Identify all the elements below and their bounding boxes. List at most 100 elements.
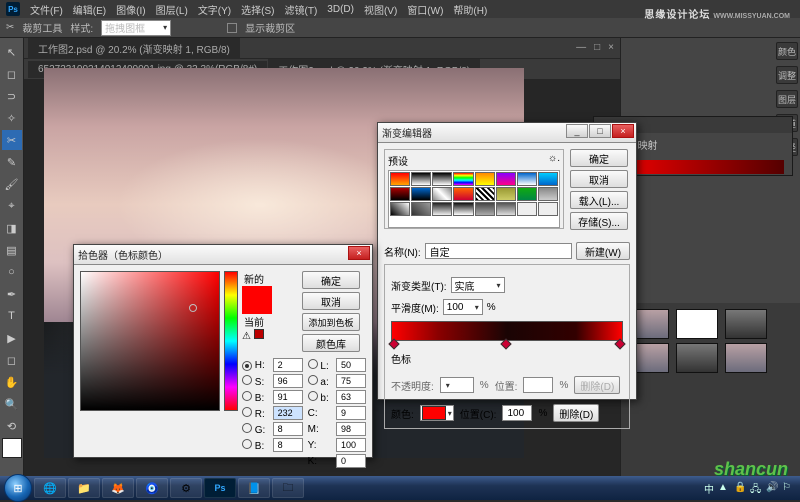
dialog-titlebar[interactable]: 渐变编辑器 _ □ × <box>378 123 636 143</box>
doc-tab[interactable]: 工作图2.psd @ 20.2% (渐变映射 1, RGB/8) <box>28 38 240 59</box>
eyedropper-tool-icon[interactable]: ✎ <box>2 152 22 172</box>
s-input[interactable]: 96 <box>273 374 303 388</box>
b2-radio[interactable] <box>308 391 318 401</box>
stamp-tool-icon[interactable]: ⌖ <box>2 196 22 216</box>
pen-tool-icon[interactable]: ✒ <box>2 284 22 304</box>
maximize-icon[interactable]: □ <box>589 124 611 138</box>
layer-thumb[interactable] <box>676 343 718 373</box>
r-input[interactable]: 232 <box>273 406 303 420</box>
hand-tool-icon[interactable]: ✋ <box>2 372 22 392</box>
b2-input[interactable]: 63 <box>336 390 366 404</box>
c-input[interactable]: 9 <box>336 406 366 420</box>
taskbar-pin[interactable]: 📁 <box>68 478 100 498</box>
save-button[interactable]: 存储(S)... <box>570 212 628 230</box>
close-icon[interactable]: × <box>348 246 370 260</box>
layer-thumb[interactable] <box>725 343 767 373</box>
h-input[interactable]: 2 <box>273 358 303 372</box>
menu-item[interactable]: 3D(D) <box>327 4 354 15</box>
color-field[interactable] <box>80 271 220 411</box>
menu-item[interactable]: 帮助(H) <box>453 2 487 17</box>
minimize-icon[interactable]: — <box>576 42 586 53</box>
b-radio[interactable] <box>242 391 252 401</box>
marquee-tool-icon[interactable]: ◻ <box>2 64 22 84</box>
close-icon[interactable]: × <box>612 124 634 138</box>
color-panel-icon[interactable]: 颜色 <box>776 42 798 60</box>
color-stop[interactable] <box>501 338 512 349</box>
a-radio[interactable] <box>308 375 318 385</box>
taskbar-pin[interactable]: 🦊 <box>102 478 134 498</box>
menu-item[interactable]: 滤镜(T) <box>285 2 318 17</box>
gamut-warning-icon[interactable]: ⚠ <box>242 331 251 342</box>
presets-menu-icon[interactable]: ☼. <box>548 153 560 168</box>
tray-icon[interactable]: 🖧 <box>750 482 762 494</box>
brush-tool-icon[interactable]: 🖌 <box>2 174 22 194</box>
tray-icon[interactable]: 🔊 <box>766 482 778 494</box>
menu-item[interactable]: 图层(L) <box>156 2 188 17</box>
taskbar-pin[interactable]: ⚙ <box>170 478 202 498</box>
menu-item[interactable]: 窗口(W) <box>407 2 443 17</box>
preset-grid[interactable] <box>388 170 560 228</box>
hue-slider[interactable] <box>224 271 238 411</box>
swap-colors-icon[interactable]: ⟲ <box>2 416 22 436</box>
foreground-swatch[interactable] <box>2 438 22 458</box>
ok-button[interactable]: 确定 <box>570 149 628 167</box>
g-radio[interactable] <box>242 423 252 433</box>
color-stop[interactable] <box>388 338 399 349</box>
ok-button[interactable]: 确定 <box>302 271 360 289</box>
g-input[interactable]: 8 <box>273 422 303 436</box>
load-button[interactable]: 载入(L)... <box>570 191 628 209</box>
crop-tool-icon[interactable]: ✂ <box>2 130 22 150</box>
y-input[interactable]: 100 <box>336 438 366 452</box>
new-button[interactable]: 新建(W) <box>576 242 630 260</box>
options-preset-dropdown[interactable]: 拖拽图框 <box>101 20 171 36</box>
maximize-icon[interactable]: □ <box>594 42 600 53</box>
menu-item[interactable]: 文字(Y) <box>198 2 231 17</box>
menu-item[interactable]: 视图(V) <box>364 2 397 17</box>
add-swatch-button[interactable]: 添加到色板 <box>302 313 360 331</box>
layer-thumb[interactable] <box>725 309 767 339</box>
layer-thumb[interactable] <box>676 309 718 339</box>
shape-tool-icon[interactable]: ◻ <box>2 350 22 370</box>
adjust-panel-icon[interactable]: 调整 <box>776 66 798 84</box>
tray-icon[interactable]: 🔒 <box>734 482 746 494</box>
l-radio[interactable] <box>308 359 318 369</box>
cancel-button[interactable]: 取消 <box>302 292 360 310</box>
start-button[interactable]: ⊞ <box>4 474 32 502</box>
dialog-titlebar[interactable]: 拾色器（色标颜色） × <box>74 245 372 265</box>
a-input[interactable]: 75 <box>336 374 366 388</box>
cancel-button[interactable]: 取消 <box>570 170 628 188</box>
m-input[interactable]: 98 <box>336 422 366 436</box>
path-tool-icon[interactable]: ▶ <box>2 328 22 348</box>
taskbar-pin[interactable]: 🧿 <box>136 478 168 498</box>
k-input[interactable]: 0 <box>336 454 366 468</box>
close-icon[interactable]: × <box>608 42 614 53</box>
color-libs-button[interactable]: 颜色库 <box>302 334 360 352</box>
wand-tool-icon[interactable]: ✧ <box>2 108 22 128</box>
taskbar-pin[interactable]: 🗀 <box>272 478 304 498</box>
gamut-swatch[interactable] <box>254 329 264 339</box>
menu-item[interactable]: 选择(S) <box>241 2 274 17</box>
tray-icon[interactable]: ⚐ <box>782 482 794 494</box>
type-tool-icon[interactable]: T <box>2 306 22 326</box>
options-checkbox[interactable] <box>227 23 237 33</box>
name-input[interactable]: 自定 <box>425 243 572 259</box>
bb-input[interactable]: 8 <box>273 438 303 452</box>
delete-stop-button[interactable]: 删除(D) <box>553 404 599 422</box>
taskbar-pin[interactable]: 📘 <box>238 478 270 498</box>
gradient-tool-icon[interactable]: ▤ <box>2 240 22 260</box>
stop-color-swatch[interactable] <box>422 406 446 420</box>
smoothness-input[interactable]: 100 <box>443 299 483 315</box>
l-input[interactable]: 50 <box>336 358 366 372</box>
taskbar-pin[interactable]: 🌐 <box>34 478 66 498</box>
color-stop[interactable] <box>614 338 625 349</box>
taskbar-pin-ps[interactable]: Ps <box>204 478 236 498</box>
eraser-tool-icon[interactable]: ◨ <box>2 218 22 238</box>
menu-item[interactable]: 文件(F) <box>30 2 63 17</box>
menu-item[interactable]: 编辑(E) <box>73 2 106 17</box>
type-dropdown[interactable]: 实底 <box>451 277 505 293</box>
layer-panel-icon[interactable]: 图层 <box>776 90 798 108</box>
bb-radio[interactable] <box>242 439 252 449</box>
lasso-tool-icon[interactable]: ⊃ <box>2 86 22 106</box>
b-input[interactable]: 91 <box>273 390 303 404</box>
tray-lang[interactable]: 中 <box>704 481 714 496</box>
